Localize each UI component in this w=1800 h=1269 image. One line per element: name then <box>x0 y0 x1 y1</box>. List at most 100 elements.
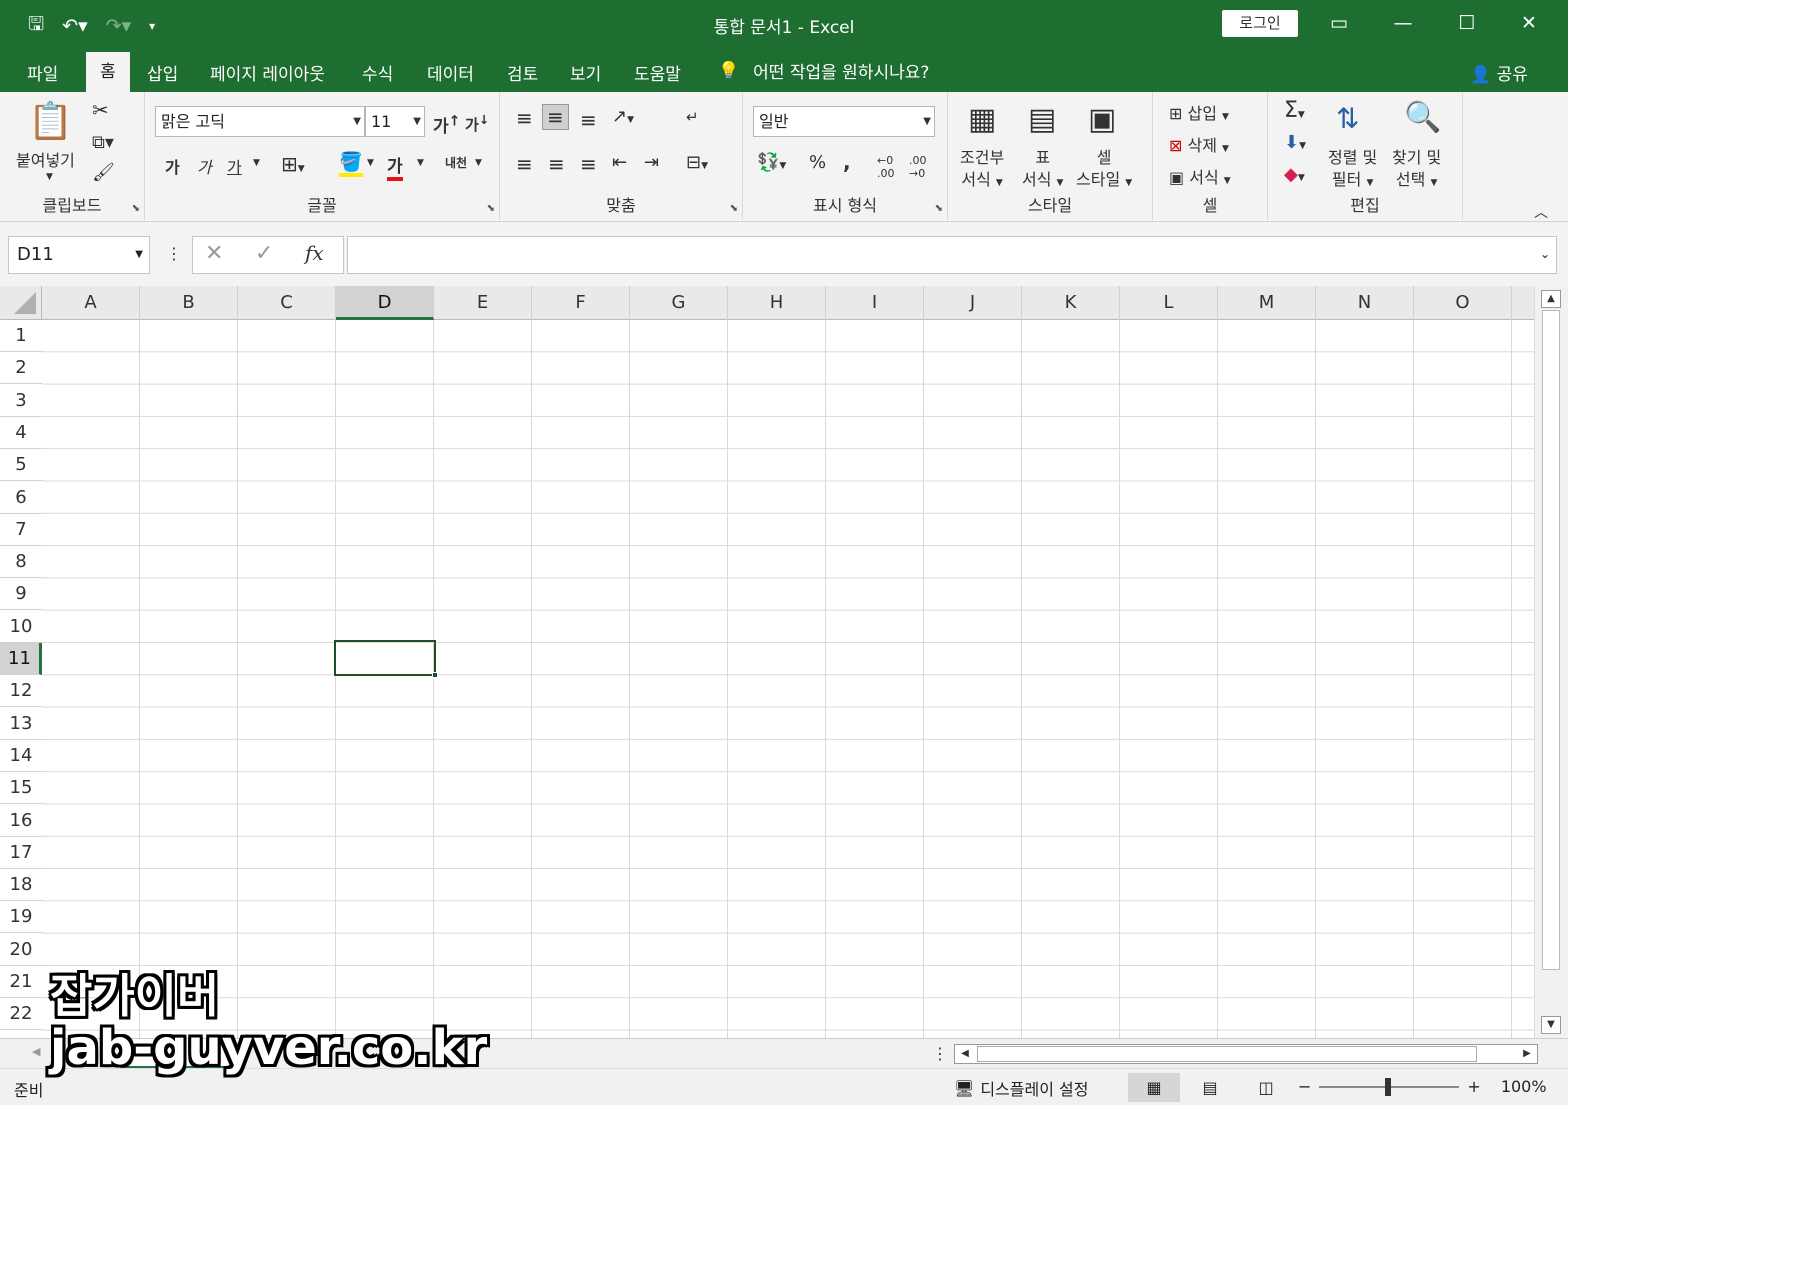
row-header-16[interactable]: 16 <box>0 805 42 837</box>
fill-color-icon[interactable]: 🪣 <box>339 150 363 177</box>
column-header-b[interactable]: B <box>140 286 238 320</box>
autosum-icon[interactable]: Σ▼ <box>1284 98 1305 123</box>
row-header-9[interactable]: 9 <box>0 578 42 611</box>
row-header-12[interactable]: 12 <box>0 675 42 708</box>
align-center-icon[interactable]: ≡ <box>548 152 565 176</box>
format-as-table-button[interactable]: 표 서식 ▼ <box>1022 147 1063 194</box>
column-header-c[interactable]: C <box>238 286 336 320</box>
font-name-select[interactable]: 맑은 고딕 ▼ <box>155 106 365 137</box>
alignment-launcher-icon[interactable]: ⬊ <box>730 203 738 214</box>
paste-dropdown-icon[interactable]: ▼ <box>46 172 53 182</box>
zoom-slider[interactable] <box>1319 1077 1460 1096</box>
scroll-right-icon[interactable]: ▶ <box>1517 1045 1537 1063</box>
format-painter-icon[interactable]: 🖌 <box>92 162 115 183</box>
row-header-21[interactable]: 21 <box>0 966 42 998</box>
scroll-down-icon[interactable]: ▼ <box>1541 1016 1561 1034</box>
login-button[interactable]: 로그인 <box>1222 10 1298 37</box>
close-icon[interactable]: ✕ <box>1504 8 1554 38</box>
row-header-11[interactable]: 11 <box>0 643 42 675</box>
row-header-4[interactable]: 4 <box>0 417 42 449</box>
increase-indent-icon[interactable]: ⇥ <box>644 152 659 173</box>
phonetic-button[interactable]: 내천 <box>445 154 467 171</box>
row-header-19[interactable]: 19 <box>0 901 42 934</box>
decrease-indent-icon[interactable]: ⇤ <box>612 152 627 173</box>
cell-area[interactable] <box>42 320 1534 1038</box>
paste-button-label[interactable]: 붙여넣기 <box>16 147 75 171</box>
page-layout-view-icon[interactable]: ▤ <box>1184 1073 1236 1102</box>
number-launcher-icon[interactable]: ⬊ <box>935 203 943 214</box>
split-handle-icon[interactable]: ⋮ <box>932 1044 948 1063</box>
delete-cells-button[interactable]: ⊠ 삭제 ▼ <box>1169 132 1229 156</box>
cancel-icon[interactable]: ✕ <box>205 241 223 266</box>
align-bottom-icon[interactable]: ≡ <box>580 108 597 132</box>
column-header-f[interactable]: F <box>532 286 630 320</box>
row-header-2[interactable]: 2 <box>0 352 42 385</box>
row-header-7[interactable]: 7 <box>0 514 42 546</box>
tab-insert[interactable]: 삽입 <box>147 60 178 85</box>
row-header-10[interactable]: 10 <box>0 611 42 643</box>
conditional-formatting-button[interactable]: 조건부 서식 ▼ <box>960 147 1004 194</box>
tab-view[interactable]: 보기 <box>570 60 601 85</box>
insert-cells-button[interactable]: ⊞ 삽입 ▼ <box>1169 100 1229 124</box>
select-all-button[interactable] <box>0 286 42 320</box>
number-format-select[interactable]: 일반 ▼ <box>753 106 935 137</box>
prev-sheet-icon[interactable]: ◀ <box>32 1045 40 1058</box>
ribbon-display-options-icon[interactable]: ▭ <box>1314 8 1364 38</box>
clear-icon[interactable]: ◆▼ <box>1284 164 1305 185</box>
tab-data[interactable]: 데이터 <box>427 60 474 85</box>
tab-help[interactable]: 도움말 <box>634 60 681 85</box>
tab-file[interactable]: 파일 <box>27 60 58 85</box>
row-header-18[interactable]: 18 <box>0 869 42 902</box>
column-header-a[interactable]: A <box>42 286 140 320</box>
row-header-14[interactable]: 14 <box>0 740 42 772</box>
row-header-3[interactable]: 3 <box>0 385 42 417</box>
name-box[interactable]: D11 ▼ <box>8 236 150 274</box>
decrease-decimal-icon[interactable]: .00 →0 <box>909 154 927 180</box>
row-header-22[interactable]: 22 <box>0 998 42 1031</box>
align-top-icon[interactable]: ≡ <box>516 106 533 130</box>
borders-icon[interactable]: ⊞▼ <box>281 152 305 176</box>
tab-page-layout[interactable]: 페이지 레이아웃 <box>210 60 325 85</box>
row-header-5[interactable]: 5 <box>0 449 42 482</box>
font-color-dropdown-icon[interactable]: ▼ <box>417 158 424 168</box>
tell-me-search[interactable]: 💡 어떤 작업을 원하시나요? <box>718 58 929 84</box>
percent-button[interactable]: % <box>809 152 826 173</box>
insert-function-icon[interactable]: fx <box>305 241 324 265</box>
collapse-ribbon-icon[interactable]: ︿ <box>1534 202 1548 222</box>
font-color-button[interactable]: 가 <box>387 152 403 181</box>
column-header-l[interactable]: L <box>1120 286 1218 320</box>
underline-button[interactable]: 가 <box>227 154 242 178</box>
row-header-6[interactable]: 6 <box>0 482 42 514</box>
wrap-text-icon[interactable]: ↵ <box>686 108 699 126</box>
italic-button[interactable]: 가 <box>197 154 212 178</box>
maximize-icon[interactable]: ☐ <box>1442 8 1492 38</box>
row-header-20[interactable]: 20 <box>0 934 42 966</box>
zoom-level[interactable]: 100% <box>1501 1077 1547 1096</box>
underline-dropdown-icon[interactable]: ▼ <box>253 158 260 168</box>
column-header-g[interactable]: G <box>630 286 728 320</box>
horizontal-scroll-thumb[interactable] <box>977 1046 1477 1062</box>
orientation-icon[interactable]: ↗▼ <box>612 106 634 127</box>
enter-icon[interactable]: ✓ <box>255 241 273 266</box>
scroll-up-icon[interactable]: ▲ <box>1541 290 1561 308</box>
active-cell[interactable] <box>334 640 438 678</box>
horizontal-scrollbar[interactable]: ◀ ▶ <box>954 1044 1538 1064</box>
align-left-icon[interactable]: ≡ <box>516 152 533 176</box>
zoom-slider-knob[interactable] <box>1385 1077 1392 1096</box>
column-header-o[interactable]: O <box>1414 286 1512 320</box>
align-right-icon[interactable]: ≡ <box>580 152 597 176</box>
clipboard-launcher-icon[interactable]: ⬊ <box>132 203 140 214</box>
formula-input[interactable]: ⌄ <box>347 236 1557 274</box>
vertical-scrollbar[interactable]: ▲ ▼ <box>1534 286 1568 1038</box>
row-header-8[interactable]: 8 <box>0 546 42 579</box>
merge-center-icon[interactable]: ⊟▼ <box>686 152 708 173</box>
comma-button[interactable]: , <box>843 150 851 174</box>
fill-color-dropdown-icon[interactable]: ▼ <box>367 158 374 168</box>
copy-icon[interactable]: ⧉▾ <box>92 132 114 153</box>
sort-filter-button[interactable]: 정렬 및 필터 ▼ <box>1328 147 1377 194</box>
tab-formulas[interactable]: 수식 <box>362 60 393 85</box>
cut-icon[interactable]: ✂ <box>92 98 109 122</box>
cell-styles-button[interactable]: 셀 스타일 ▼ <box>1076 147 1132 194</box>
vertical-scroll-thumb[interactable] <box>1542 310 1560 970</box>
format-cells-button[interactable]: ▣ 서식 ▼ <box>1169 164 1231 188</box>
